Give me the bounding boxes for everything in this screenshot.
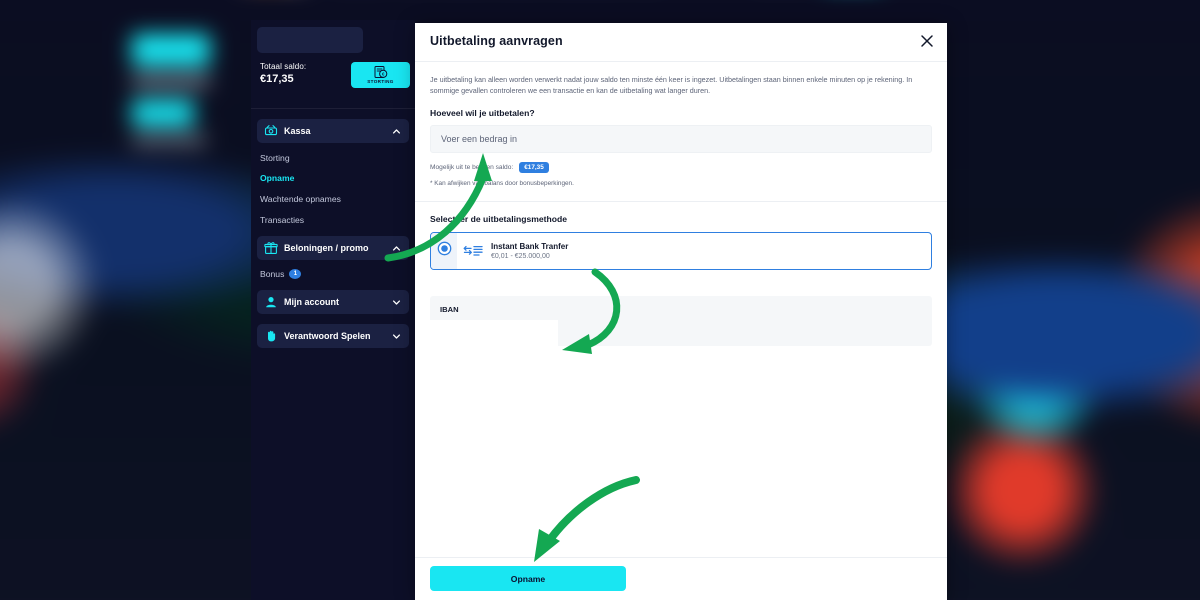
sidebar-divider xyxy=(251,108,415,109)
background-promo-bar xyxy=(132,136,206,144)
balance-amount: €17,35 xyxy=(260,73,294,85)
background-promo-bar xyxy=(132,76,210,86)
bonus-disclaimer: * Kan afwijken van balans door bonusbepe… xyxy=(430,180,574,188)
sidebar-item-storting[interactable]: Storting xyxy=(251,148,415,168)
hand-icon xyxy=(264,329,278,343)
sidebar-item-label: Transacties xyxy=(260,215,305,225)
sidebar-item-label: Storting xyxy=(260,153,290,163)
close-icon[interactable] xyxy=(918,32,936,50)
person-icon xyxy=(264,295,278,309)
payout-balance-label: Mogelijk uit te betalen saldo: xyxy=(430,164,514,172)
radio-selected-icon xyxy=(437,241,452,261)
payment-method-option-instant-bank-transfer[interactable]: Instant Bank Tranfer €0,01 - €25.000,00 xyxy=(430,232,932,271)
iban-label: IBAN xyxy=(440,305,459,315)
payment-method-text: Instant Bank Tranfer €0,01 - €25.000,00 xyxy=(491,242,568,260)
cashier-icon xyxy=(264,124,278,138)
modal-body: Je uitbetaling kan alleen worden verwerk… xyxy=(415,74,947,347)
deposit-button-label: STORTING xyxy=(367,79,394,84)
deposit-button[interactable]: € STORTING xyxy=(351,62,410,88)
sidebar-item-wachtende-opnames[interactable]: Wachtende opnames xyxy=(251,189,415,209)
balance-label: Totaal saldo: xyxy=(260,62,307,71)
radio-cell[interactable] xyxy=(431,233,457,270)
payout-balance-badge: €17,35 xyxy=(519,162,549,174)
sidebar: Totaal saldo: €17,35 € STORTING Kassa St… xyxy=(251,20,415,600)
payment-method-range: €0,01 - €25.000,00 xyxy=(491,253,550,261)
sidebar-item-opname[interactable]: Opname xyxy=(251,168,415,188)
bank-transfer-icon xyxy=(463,244,485,258)
amount-question-label: Hoeveel wil je uitbetalen? xyxy=(430,108,535,119)
modal-header: Uitbetaling aanvragen xyxy=(415,23,947,62)
sidebar-top-panel xyxy=(257,27,363,53)
sidebar-group-label: Kassa xyxy=(284,126,311,136)
sidebar-item-label: Opname xyxy=(260,173,295,183)
withdrawal-modal: Uitbetaling aanvragen Je uitbetaling kan… xyxy=(415,23,947,600)
chevron-up-icon xyxy=(392,127,401,136)
bonus-count-badge: 1 xyxy=(289,269,302,279)
sidebar-group-mijn-account[interactable]: Mijn account xyxy=(257,290,409,314)
chevron-down-icon xyxy=(392,332,401,341)
sidebar-group-kassa[interactable]: Kassa xyxy=(257,119,409,143)
section-divider xyxy=(415,201,947,203)
background-promo-card xyxy=(132,100,194,126)
modal-intro-text: Je uitbetaling kan alleen worden verwerk… xyxy=(430,75,913,96)
sidebar-group-beloningen[interactable]: Beloningen / promo xyxy=(257,236,409,260)
modal-footer: Opname xyxy=(415,557,947,600)
sidebar-group-label: Verantwoord Spelen xyxy=(284,331,371,341)
chevron-down-icon xyxy=(392,298,401,307)
sidebar-group-verantwoord-spelen[interactable]: Verantwoord Spelen xyxy=(257,324,409,348)
sidebar-item-label: Wachtende opnames xyxy=(260,194,341,204)
sidebar-item-transacties[interactable]: Transacties xyxy=(251,210,415,230)
sidebar-item-bonus[interactable]: Bonus 1 xyxy=(251,264,415,284)
payout-balance-row: Mogelijk uit te betalen saldo: €17,35 xyxy=(430,162,932,174)
deposit-icon: € xyxy=(374,66,388,78)
screenshot-root: Totaal saldo: €17,35 € STORTING Kassa St… xyxy=(0,0,1200,600)
modal-title: Uitbetaling aanvragen xyxy=(430,34,563,48)
balance-section: Totaal saldo: €17,35 € STORTING xyxy=(251,62,415,96)
amount-input[interactable]: Voer een bedrag in xyxy=(430,125,932,154)
gift-icon xyxy=(264,241,278,255)
chevron-up-icon xyxy=(392,244,401,253)
payment-method-label: Selecteer de uitbetalingsmethode xyxy=(430,214,568,225)
sidebar-item-label: Bonus xyxy=(260,269,285,279)
iban-section: IBAN xyxy=(430,296,932,347)
iban-input[interactable] xyxy=(430,320,558,347)
submit-withdrawal-button[interactable]: Opname xyxy=(430,566,626,591)
sidebar-group-label: Beloningen / promo xyxy=(284,243,369,253)
background-promo-card xyxy=(132,34,210,66)
payment-method-name: Instant Bank Tranfer xyxy=(491,242,569,252)
sidebar-group-label: Mijn account xyxy=(284,297,340,307)
